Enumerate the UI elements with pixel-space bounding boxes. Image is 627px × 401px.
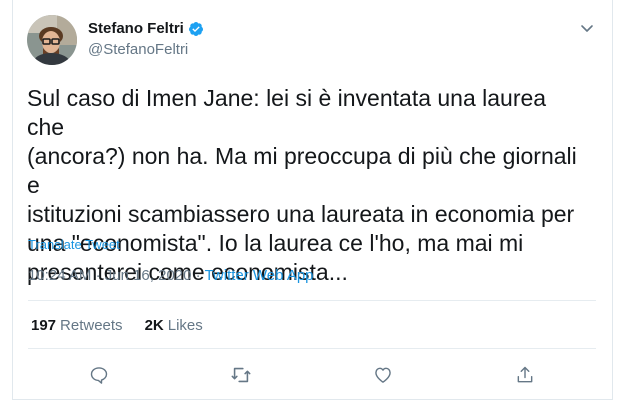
divider xyxy=(28,300,596,301)
tweet-stats: 197 Retweets 2K Likes xyxy=(31,317,203,334)
likes-stat[interactable]: 2K Likes xyxy=(145,317,203,334)
tweet-date[interactable]: Jun 16, 2020 xyxy=(105,267,192,284)
tweet-text: Sul caso di Imen Jane: lei si è inventat… xyxy=(27,84,587,287)
avatar[interactable] xyxy=(27,15,77,65)
author-handle[interactable]: @StefanoFeltri xyxy=(88,41,188,58)
chevron-down-icon[interactable] xyxy=(579,20,595,36)
reply-button[interactable] xyxy=(88,364,110,386)
meta-separator: · xyxy=(95,267,101,284)
translate-tweet-link[interactable]: Translate Tweet xyxy=(28,237,120,252)
tweet-time[interactable]: 10:24 AM xyxy=(28,267,91,284)
tweet-text-line: Sul caso di Imen Jane: lei si è inventat… xyxy=(27,85,547,140)
retweets-count: 197 xyxy=(31,317,57,334)
meta-separator: · xyxy=(195,267,201,284)
divider xyxy=(28,348,596,349)
verified-badge-icon xyxy=(188,21,204,37)
tweet-source-link[interactable]: Twitter Web App xyxy=(205,267,314,284)
reply-icon xyxy=(90,367,108,384)
tweet-text-line: (ancora?) non ha. Ma mi preoccupa di più… xyxy=(27,143,577,198)
like-icon xyxy=(375,367,391,383)
share-button[interactable] xyxy=(514,364,536,386)
share-icon xyxy=(517,366,533,383)
retweets-label: Retweets xyxy=(60,317,123,334)
retweet-icon xyxy=(231,367,251,383)
like-button[interactable] xyxy=(372,364,394,386)
tweet-meta: 10:24 AM · Jun 16, 2020 · Twitter Web Ap… xyxy=(28,267,314,284)
likes-count: 2K xyxy=(144,317,164,334)
retweets-stat[interactable]: 197 Retweets xyxy=(31,317,123,334)
author-name[interactable]: Stefano Feltri xyxy=(88,20,184,37)
likes-label: Likes xyxy=(167,317,203,334)
retweet-button[interactable] xyxy=(230,364,252,386)
author-name-row[interactable]: Stefano Feltri xyxy=(88,20,204,37)
avatar-image xyxy=(27,15,77,65)
tweet-text-line: istituzioni scambiassero una laureata in… xyxy=(27,201,575,227)
